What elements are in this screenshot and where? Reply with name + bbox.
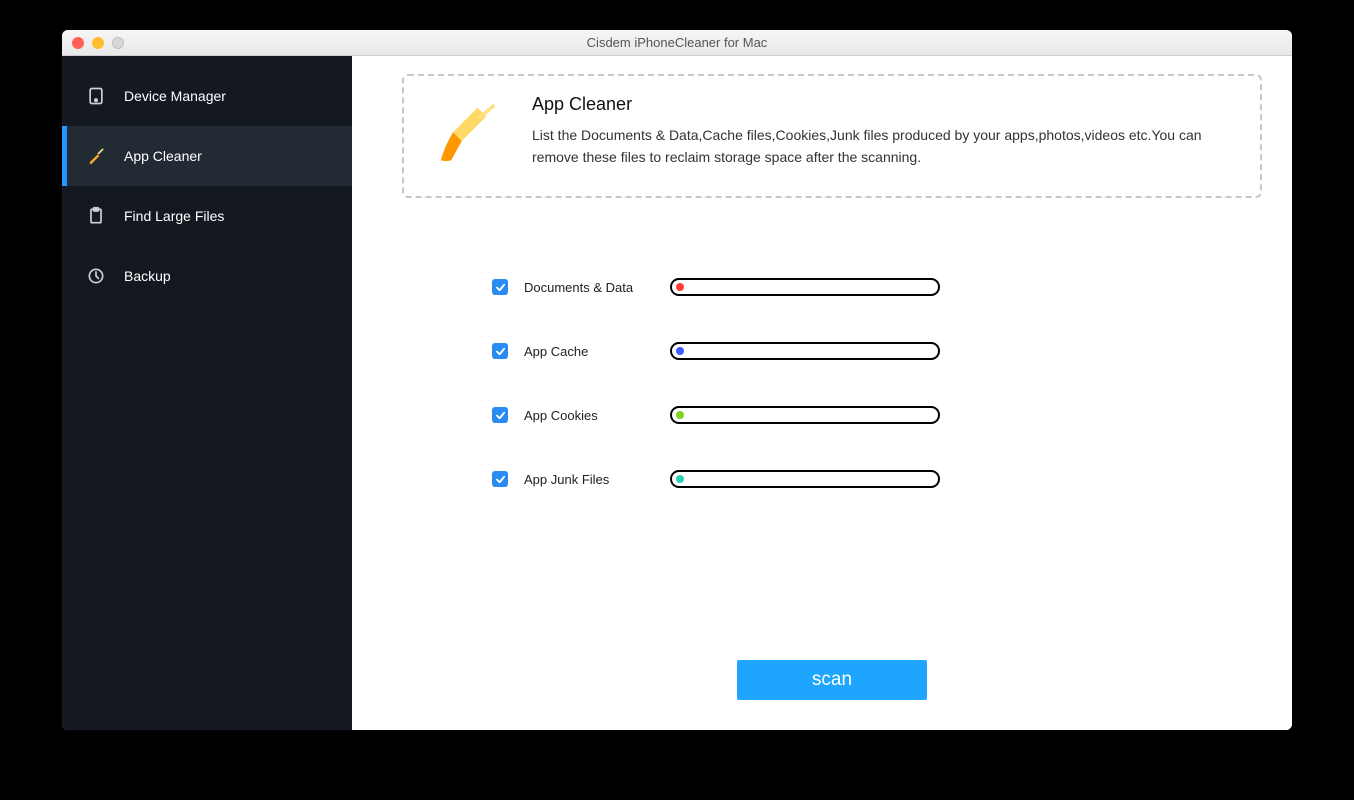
- progress-bar-documents-data: [670, 278, 940, 296]
- broom-icon: [86, 146, 106, 166]
- info-text: App Cleaner List the Documents & Data,Ca…: [532, 94, 1232, 168]
- progress-bar-app-cache: [670, 342, 940, 360]
- window-body: Device Manager App Cleaner: [62, 56, 1292, 730]
- sidebar-item-label: App Cleaner: [124, 148, 202, 164]
- checkbox-documents-data[interactable]: [492, 279, 508, 295]
- sidebar-item-label: Device Manager: [124, 88, 226, 104]
- category-label: App Cache: [524, 344, 654, 359]
- progress-dot: [676, 283, 684, 291]
- scan-button[interactable]: scan: [737, 660, 927, 700]
- progress-dot: [676, 411, 684, 419]
- panel-description: List the Documents & Data,Cache files,Co…: [532, 125, 1232, 168]
- clipboard-icon: [86, 206, 106, 226]
- category-row-app-cookies: App Cookies: [492, 406, 1262, 424]
- sidebar-item-backup[interactable]: Backup: [62, 246, 352, 306]
- info-panel: App Cleaner List the Documents & Data,Ca…: [402, 74, 1262, 198]
- progress-dot: [676, 475, 684, 483]
- sidebar: Device Manager App Cleaner: [62, 56, 352, 730]
- sidebar-item-label: Backup: [124, 268, 171, 284]
- progress-bar-app-junk-files: [670, 470, 940, 488]
- checkbox-app-cookies[interactable]: [492, 407, 508, 423]
- main-content: App Cleaner List the Documents & Data,Ca…: [352, 56, 1292, 730]
- panel-title: App Cleaner: [532, 94, 1232, 115]
- category-label: App Junk Files: [524, 472, 654, 487]
- progress-dot: [676, 347, 684, 355]
- app-window: Cisdem iPhoneCleaner for Mac Device Mana…: [62, 30, 1292, 730]
- category-row-documents-data: Documents & Data: [492, 278, 1262, 296]
- device-icon: [86, 86, 106, 106]
- broom-illustration-icon: [432, 94, 502, 174]
- category-label: App Cookies: [524, 408, 654, 423]
- checkbox-app-junk-files[interactable]: [492, 471, 508, 487]
- category-list: Documents & Data App Cache: [402, 278, 1262, 488]
- sidebar-item-app-cleaner[interactable]: App Cleaner: [62, 126, 352, 186]
- titlebar: Cisdem iPhoneCleaner for Mac: [62, 30, 1292, 56]
- progress-bar-app-cookies: [670, 406, 940, 424]
- checkbox-app-cache[interactable]: [492, 343, 508, 359]
- sidebar-item-label: Find Large Files: [124, 208, 224, 224]
- category-row-app-junk-files: App Junk Files: [492, 470, 1262, 488]
- sidebar-item-find-large-files[interactable]: Find Large Files: [62, 186, 352, 246]
- category-row-app-cache: App Cache: [492, 342, 1262, 360]
- sidebar-item-device-manager[interactable]: Device Manager: [62, 66, 352, 126]
- category-label: Documents & Data: [524, 280, 654, 295]
- scan-button-wrap: scan: [402, 660, 1262, 710]
- window-title: Cisdem iPhoneCleaner for Mac: [62, 35, 1292, 50]
- refresh-icon: [86, 266, 106, 286]
